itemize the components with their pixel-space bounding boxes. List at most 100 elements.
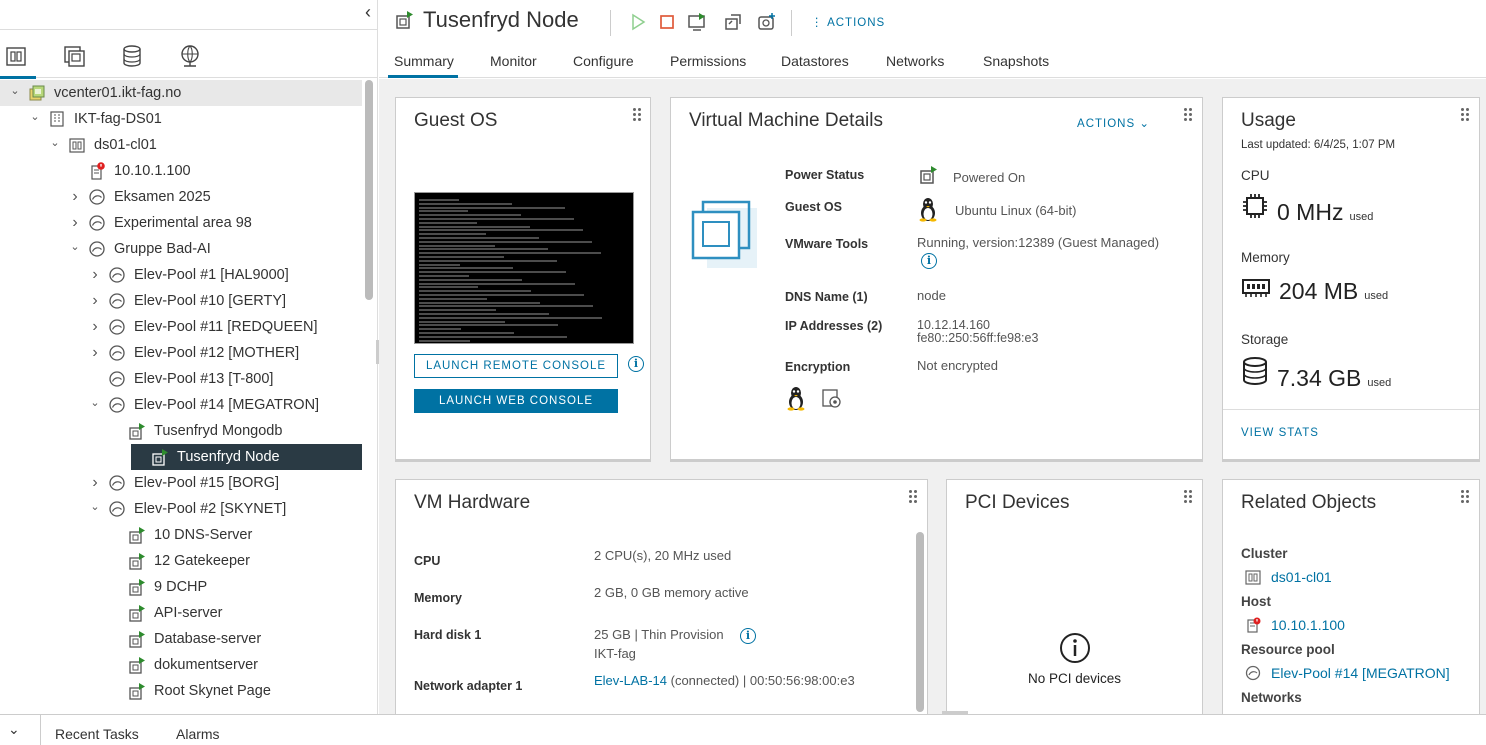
drag-handle-icon[interactable] — [909, 490, 917, 504]
expand-panel-chevron-icon[interactable]: ⌄ — [8, 721, 20, 738]
launch-console-icon[interactable] — [687, 12, 707, 32]
tree-item[interactable]: 10 DNS-Server — [0, 522, 362, 548]
tree-item[interactable]: dokumentserver — [0, 652, 362, 678]
power-status-value: Powered On — [953, 170, 1026, 185]
drag-handle-icon[interactable] — [1184, 108, 1192, 122]
tree-item[interactable]: 9 DCHP — [0, 574, 362, 600]
sidebar-scrollbar[interactable] — [365, 80, 373, 300]
tree-item[interactable]: › Elev-Pool #12 [MOTHER] — [0, 340, 362, 366]
console-text-line — [419, 282, 575, 285]
vm-details-actions-menu[interactable]: ACTIONS ⌄ — [1077, 116, 1150, 130]
chevron-down-icon[interactable]: ⌄ — [88, 500, 102, 513]
tree-item[interactable]: ⌄ vcenter01.ikt-fag.no — [0, 80, 362, 106]
view-stats-link[interactable]: VIEW STATS — [1241, 427, 1319, 439]
drag-handle-icon[interactable] — [1184, 490, 1192, 504]
storage-tab-icon[interactable] — [120, 44, 144, 68]
chevron-right-icon[interactable]: › — [88, 318, 102, 336]
alarms-tab[interactable]: Alarms — [176, 726, 220, 742]
snapshot-icon[interactable] — [757, 12, 777, 32]
hardware-scrollbar[interactable] — [916, 532, 924, 712]
power-off-icon[interactable] — [657, 12, 677, 32]
info-icon[interactable]: i — [628, 356, 644, 372]
hw-memory-label: Memory — [414, 591, 462, 605]
tab-permissions[interactable]: Permissions — [670, 53, 746, 69]
vm-details-actions-label: ACTIONS — [1077, 118, 1136, 130]
chevron-right-icon[interactable]: › — [88, 474, 102, 492]
tree-item[interactable]: 12 Gatekeeper — [0, 548, 362, 574]
tree-item[interactable]: ⌄ Elev-Pool #2 [SKYNET] — [0, 496, 362, 522]
chevron-down-icon[interactable]: ⌄ — [48, 136, 62, 149]
chevron-right-icon[interactable]: › — [88, 344, 102, 362]
tab-monitor[interactable]: Monitor — [490, 53, 537, 69]
related-host-link[interactable]: 10.10.1.100 — [1245, 617, 1345, 633]
panel-resize-handle[interactable] — [942, 711, 968, 714]
launch-web-console-button[interactable]: LAUNCH WEB CONSOLE — [414, 389, 618, 413]
tree-item[interactable]: › Eksamen 2025 — [0, 184, 362, 210]
tab-datastores[interactable]: Datastores — [781, 53, 849, 69]
tree-item[interactable]: 10.10.1.100 — [0, 158, 362, 184]
chevron-down-icon[interactable]: ⌄ — [8, 84, 22, 97]
disk-info-icon[interactable]: i — [740, 628, 756, 644]
chevron-down-icon[interactable]: ⌄ — [28, 110, 42, 123]
tree-item-label: IKT-fag-DS01 — [74, 111, 162, 127]
recent-tasks-tab[interactable]: Recent Tasks — [55, 726, 139, 742]
vm-on-icon — [128, 526, 146, 544]
dns-name-label: DNS Name (1) — [785, 290, 868, 304]
drag-handle-icon[interactable] — [633, 108, 641, 122]
tree-item[interactable]: › Experimental area 98 — [0, 210, 362, 236]
chevron-right-icon[interactable]: › — [68, 214, 82, 232]
tree-item[interactable]: ⌄ ds01-cl01 — [0, 132, 362, 158]
vms-templates-tab-icon[interactable] — [62, 44, 86, 68]
console-text-line — [419, 256, 504, 258]
tree-item[interactable]: › Elev-Pool #10 [GERTY] — [0, 288, 362, 314]
hw-network-link[interactable]: Elev-LAB-14 — [594, 673, 667, 688]
chevron-right-icon[interactable]: › — [88, 292, 102, 310]
vmware-tools-info-icon[interactable]: i — [921, 253, 937, 269]
chevron-right-icon[interactable]: › — [68, 188, 82, 206]
drag-handle-icon[interactable] — [1461, 108, 1469, 122]
dns-name-value: node — [917, 288, 946, 303]
header-actions-menu[interactable]: ⋮ ACTIONS — [811, 15, 885, 29]
guest-os-label: Guest OS — [785, 200, 842, 214]
tree-item[interactable]: API-server — [0, 600, 362, 626]
vm-on-icon — [128, 656, 146, 674]
tree-item[interactable]: Database-server — [0, 626, 362, 652]
migrate-icon[interactable] — [723, 12, 743, 32]
host-alert-icon — [1247, 617, 1261, 633]
power-on-icon[interactable] — [628, 12, 648, 32]
related-cluster-link[interactable]: ds01-cl01 — [1245, 569, 1332, 585]
chevron-right-icon[interactable]: › — [88, 266, 102, 284]
vm-on-icon — [128, 578, 146, 596]
drag-handle-icon[interactable] — [1461, 490, 1469, 504]
hosts-clusters-tab-icon[interactable] — [0, 44, 36, 79]
tree-item[interactable]: Tusenfryd Node — [131, 444, 362, 470]
hw-disk-datastore-link[interactable]: IKT-fag — [594, 646, 636, 661]
tree-item[interactable]: ⌄ IKT-fag-DS01 — [0, 106, 362, 132]
tree-item[interactable]: › Elev-Pool #15 [BORG] — [0, 470, 362, 496]
tree-item-label: Elev-Pool #15 [BORG] — [134, 475, 280, 491]
networking-tab-icon[interactable] — [178, 44, 202, 68]
console-text-line — [419, 339, 470, 342]
tree-item[interactable]: › Elev-Pool #1 [HAL9000] — [0, 262, 362, 288]
header-separator — [610, 10, 611, 36]
console-screenshot[interactable] — [414, 192, 634, 344]
vm-large-icon — [691, 200, 757, 268]
chevron-down-icon[interactable]: ⌄ — [68, 240, 82, 253]
chevron-down-icon[interactable]: ⌄ — [88, 396, 102, 409]
tree-item[interactable]: Elev-Pool #13 [T-800] — [0, 366, 362, 392]
tab-networks[interactable]: Networks — [886, 53, 944, 69]
related-pool-link[interactable]: Elev-Pool #14 [MEGATRON] — [1245, 665, 1450, 681]
tree-item[interactable]: › Elev-Pool #11 [REDQUEEN] — [0, 314, 362, 340]
tree-item[interactable]: Tusenfryd Mongodb — [0, 418, 362, 444]
related-pool-value: Elev-Pool #14 [MEGATRON] — [1271, 665, 1450, 681]
tree-item[interactable]: ⌄ Elev-Pool #14 [MEGATRON] — [0, 392, 362, 418]
launch-remote-console-button[interactable]: LAUNCH REMOTE CONSOLE — [414, 354, 618, 378]
tab-summary[interactable]: Summary — [388, 53, 458, 78]
tree-item[interactable]: Root Skynet Page — [0, 678, 362, 704]
tab-snapshots[interactable]: Snapshots — [983, 53, 1049, 69]
collapse-sidebar-icon[interactable]: ‹ — [365, 2, 371, 23]
vm-on-icon — [128, 630, 146, 648]
tab-configure[interactable]: Configure — [573, 53, 634, 69]
encryption-value: Not encrypted — [917, 358, 998, 373]
tree-item[interactable]: ⌄ Gruppe Bad-AI — [0, 236, 362, 262]
